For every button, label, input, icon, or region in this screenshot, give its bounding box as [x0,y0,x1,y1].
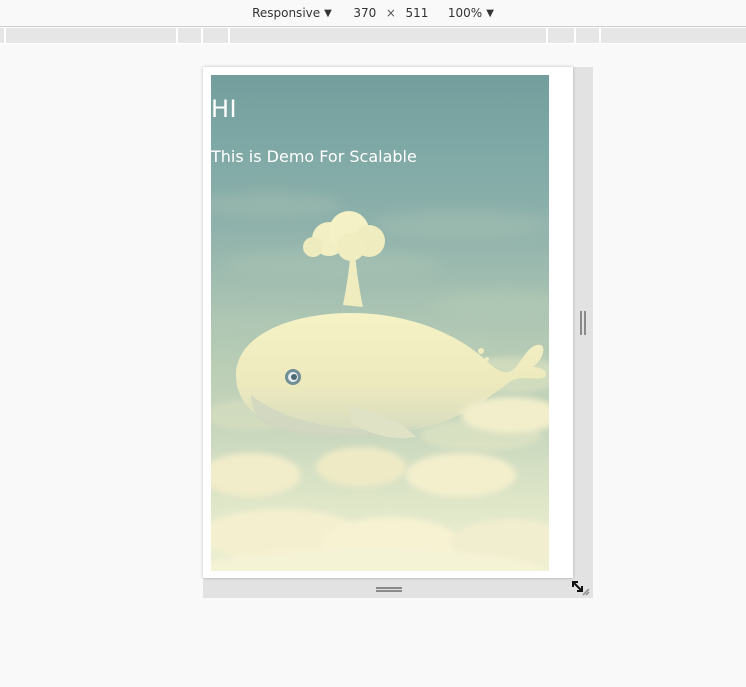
resize-horizontal-icon[interactable] [580,311,586,335]
device-viewport: HI This is Demo For Scalable [203,67,573,578]
page-heading: HI [211,95,238,123]
device-select[interactable]: Responsive ▼ [252,6,332,20]
device-select-label: Responsive [252,6,321,20]
zoom-select[interactable]: 100% ▼ [448,6,494,20]
dimension-separator: × [385,6,396,20]
page-subheading: This is Demo For Scalable [211,147,417,166]
media-query-segment[interactable] [546,28,548,44]
media-query-bar [0,28,746,44]
media-query-segment[interactable] [201,28,203,44]
media-query-segment[interactable] [176,28,178,44]
device-toolbar: Responsive ▼ × 100% ▼ [0,0,746,27]
corner-resize-glyph [572,581,590,596]
media-query-segment[interactable] [599,28,601,44]
zoom-label: 100% [447,6,483,20]
media-query-segment[interactable] [574,28,576,44]
resize-diagonal-icon[interactable] [569,579,591,597]
resize-vertical-icon[interactable] [376,587,402,592]
chevron-down-icon: ▼ [324,7,332,19]
chevron-down-icon: ▼ [486,7,494,19]
height-input[interactable] [399,4,434,22]
media-query-segment[interactable] [4,28,6,44]
media-query-segment[interactable] [228,28,230,44]
hero-card: HI This is Demo For Scalable [211,75,549,571]
width-input[interactable] [347,4,382,22]
